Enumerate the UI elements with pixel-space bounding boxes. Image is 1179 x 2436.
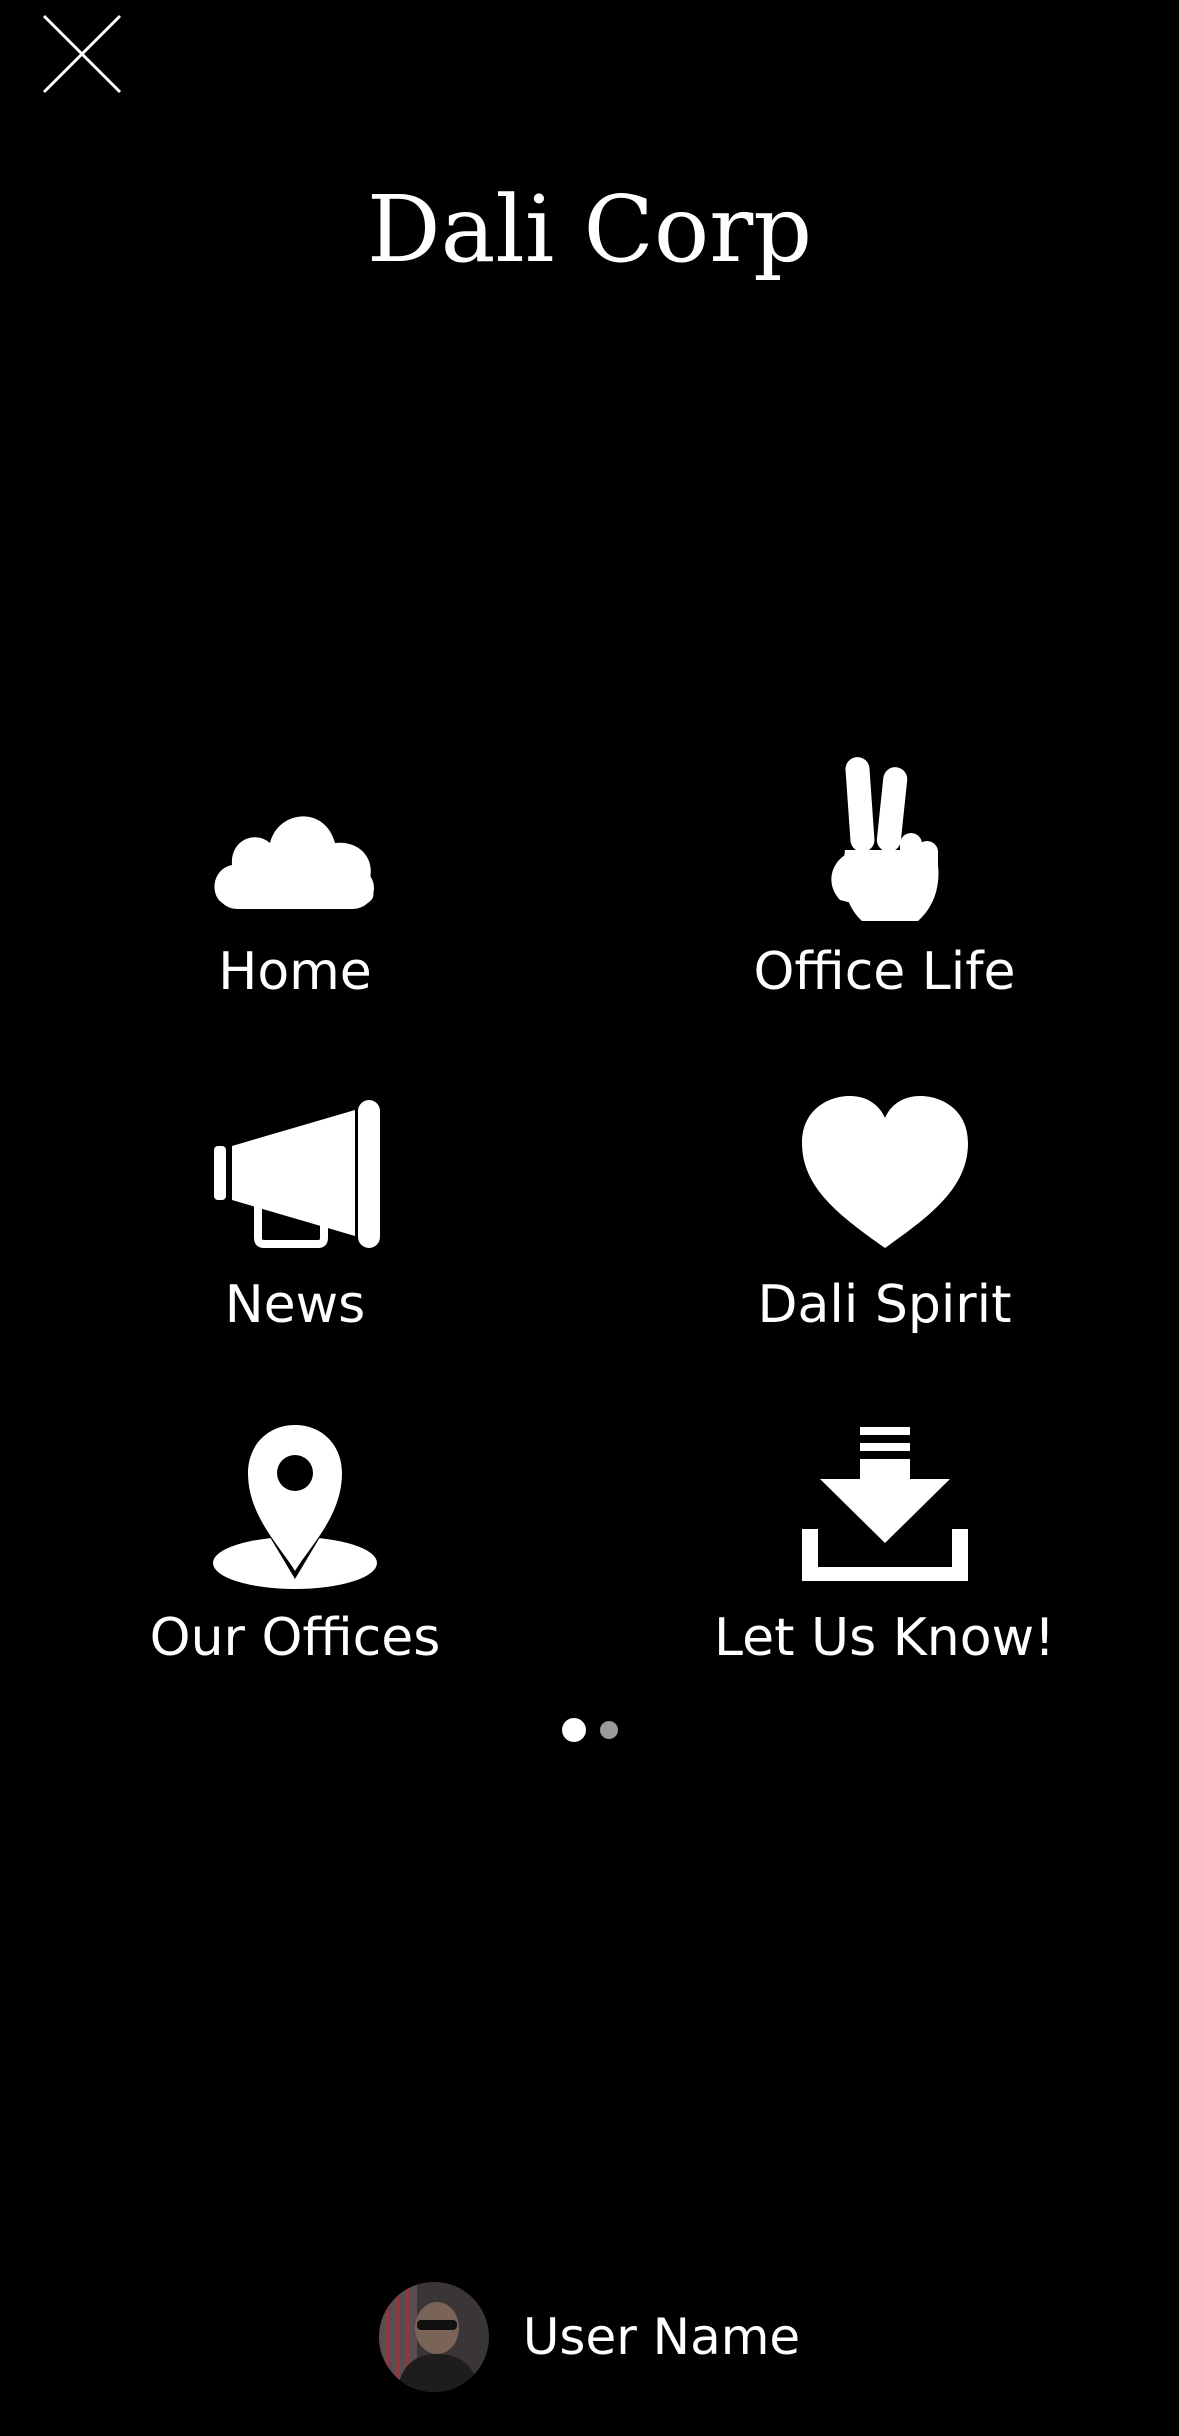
menu-item-dali-spirit[interactable]: Dali Spirit <box>590 1083 1179 1416</box>
menu-item-let-us-know[interactable]: Let Us Know! <box>590 1416 1179 1749</box>
close-icon <box>42 14 122 94</box>
menu-label-office-life: Office Life <box>753 942 1016 1002</box>
map-pin-icon <box>205 1416 385 1596</box>
page-dot-1[interactable] <box>561 1718 586 1742</box>
cloud-icon <box>205 750 385 930</box>
download-tray-icon <box>795 1416 975 1596</box>
page-indicator <box>0 1718 1179 1742</box>
menu-item-our-offices[interactable]: Our Offices <box>0 1416 590 1749</box>
user-profile[interactable]: User Name <box>0 2282 1179 2392</box>
menu-item-office-life[interactable]: Office Life <box>590 750 1179 1083</box>
close-button[interactable] <box>40 12 124 96</box>
menu-label-let-us-know: Let Us Know! <box>714 1608 1055 1668</box>
menu-label-dali-spirit: Dali Spirit <box>757 1275 1012 1335</box>
avatar <box>378 2282 489 2392</box>
page-dot-2[interactable] <box>599 1721 618 1739</box>
menu-grid: Home Office Life News Dali Spirit Our Of… <box>0 750 1179 1749</box>
menu-item-news[interactable]: News <box>0 1083 590 1416</box>
app-title: Dali Corp <box>366 176 813 283</box>
menu-label-news: News <box>224 1275 366 1335</box>
peace-hand-icon <box>795 750 975 930</box>
heart-icon <box>795 1083 975 1263</box>
menu-label-our-offices: Our Offices <box>149 1608 441 1668</box>
menu-label-home: Home <box>218 942 372 1002</box>
megaphone-icon <box>205 1083 385 1263</box>
user-name: User Name <box>522 2308 801 2366</box>
menu-item-home[interactable]: Home <box>0 750 590 1083</box>
